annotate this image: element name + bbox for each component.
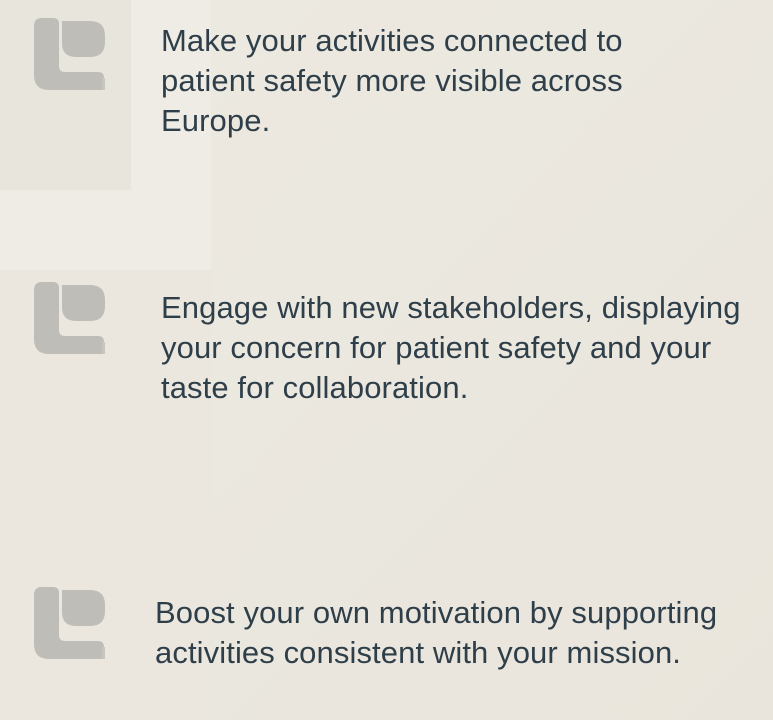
benefit-text: Engage with new stakeholders, displaying…	[161, 290, 741, 405]
benefit-item-visibility: Make your activities connected to patien…	[0, 0, 773, 190]
benefit-item-stakeholders: Engage with new stakeholders, displaying…	[0, 260, 773, 510]
heart-shape-icon	[28, 14, 106, 94]
heart-shape-icon	[28, 278, 106, 358]
heart-shape-icon	[28, 583, 106, 663]
benefit-text: Boost your own motivation by supporting …	[155, 595, 718, 670]
benefit-item-motivation: Boost your own motivation by supporting …	[0, 560, 773, 720]
benefit-text: Make your activities connected to patien…	[161, 23, 623, 138]
